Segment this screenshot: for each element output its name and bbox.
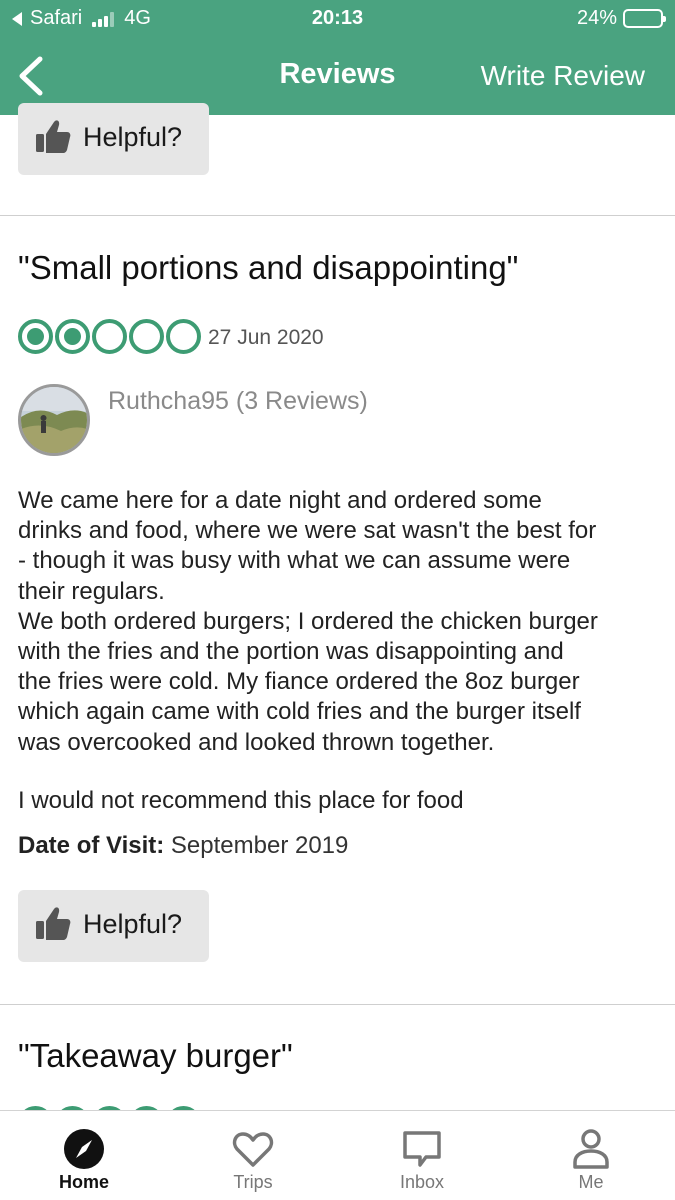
tab-inbox[interactable]: Inbox bbox=[338, 1111, 506, 1200]
write-review-button[interactable]: Write Review bbox=[481, 60, 645, 92]
next-review-title[interactable]: "Takeaway burger" bbox=[18, 1037, 293, 1075]
status-bar: Safari 4G 20:13 24% bbox=[0, 0, 675, 38]
helpful-label: Helpful? bbox=[83, 122, 183, 152]
thumbs-up-icon bbox=[36, 120, 71, 153]
heart-icon bbox=[232, 1132, 274, 1167]
reviewer-name[interactable]: Ruthcha95 (3 Reviews) bbox=[108, 387, 368, 416]
review-body-text: We came here for a date night and ordere… bbox=[18, 487, 598, 756]
review-title[interactable]: "Small portions and disappointing" bbox=[18, 249, 518, 287]
rating-bubble-empty bbox=[92, 319, 127, 354]
avatar[interactable] bbox=[18, 384, 90, 456]
compass-icon bbox=[64, 1129, 104, 1169]
status-time: 20:13 bbox=[311, 7, 364, 29]
review-recommendation: I would not recommend this place for foo… bbox=[18, 787, 464, 814]
battery-percent: 24% bbox=[576, 7, 617, 29]
rating-bubble-filled bbox=[18, 319, 53, 354]
divider bbox=[0, 1004, 675, 1005]
divider bbox=[0, 215, 675, 216]
helpful-button[interactable]: Helpful? bbox=[18, 103, 209, 175]
helpful-label: Helpful? bbox=[83, 909, 183, 939]
visit-value: September 2019 bbox=[170, 832, 349, 859]
tab-label: Inbox bbox=[399, 1172, 445, 1192]
tab-label: Home bbox=[58, 1172, 109, 1192]
person-icon bbox=[573, 1129, 609, 1169]
tab-bar: Home Trips Inbox Me bbox=[0, 1110, 675, 1200]
tab-label: Me bbox=[578, 1172, 604, 1192]
bubble-rating bbox=[18, 319, 201, 355]
tab-home[interactable]: Home bbox=[0, 1111, 168, 1200]
rating-bubble-filled bbox=[55, 319, 90, 354]
header-bar: Safari 4G 20:13 24% Reviews Write Review bbox=[0, 0, 675, 115]
helpful-button[interactable]: Helpful? bbox=[18, 890, 209, 962]
review-date: 27 Jun 2020 bbox=[208, 326, 324, 349]
rating-bubble-empty bbox=[166, 319, 201, 354]
date-of-visit: Date of Visit: September 2019 bbox=[18, 832, 348, 860]
review-body: We came here for a date night and ordere… bbox=[18, 486, 663, 758]
tab-me[interactable]: Me bbox=[507, 1111, 675, 1200]
battery-icon bbox=[623, 9, 666, 28]
speech-bubble-icon bbox=[403, 1131, 441, 1167]
avatar-photo bbox=[21, 387, 87, 453]
visit-label: Date of Visit: bbox=[18, 832, 165, 859]
thumbs-up-icon bbox=[36, 907, 71, 940]
status-right: 24% bbox=[576, 7, 666, 30]
rating-bubble-empty bbox=[129, 319, 164, 354]
tab-trips[interactable]: Trips bbox=[169, 1111, 337, 1200]
tab-label: Trips bbox=[233, 1172, 273, 1192]
